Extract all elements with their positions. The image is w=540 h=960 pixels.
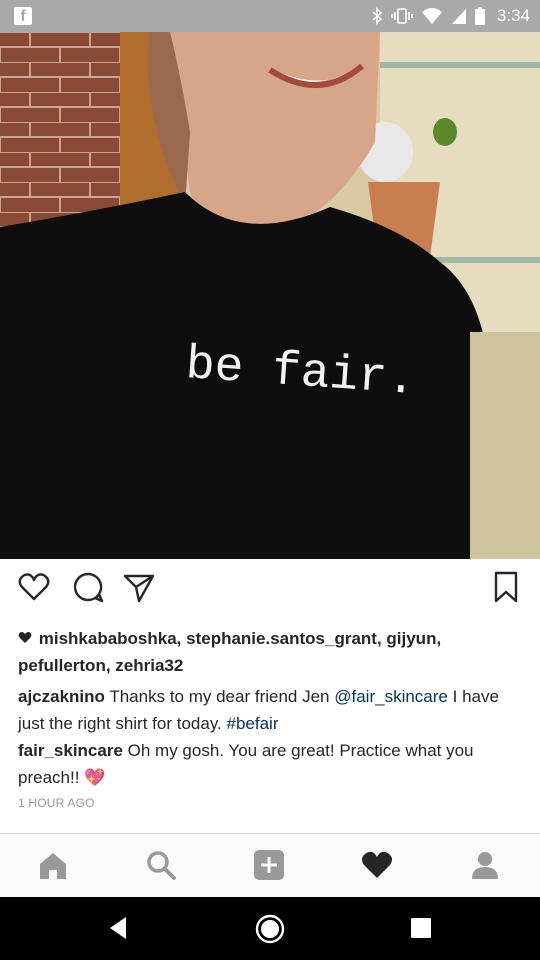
sparkling-heart-icon: 💖: [84, 768, 106, 787]
caption-text-before: Thanks to my dear friend Jen: [109, 687, 330, 706]
likes-text: mishkababoshka, stephanie.santos_grant, …: [18, 629, 442, 675]
home-circle-icon[interactable]: [254, 913, 286, 945]
battery-icon: [474, 7, 485, 25]
profile-icon[interactable]: [468, 848, 502, 882]
caption-username[interactable]: ajczaknino: [18, 687, 105, 706]
post-photo[interactable]: be fair.: [0, 32, 540, 559]
android-nav-bar: [0, 897, 540, 960]
comment-icon[interactable]: [71, 570, 105, 604]
bluetooth-icon: [372, 7, 383, 25]
bottom-nav: [0, 833, 540, 897]
add-icon[interactable]: [252, 848, 286, 882]
post-image: be fair.: [0, 32, 540, 559]
heart-small-icon: [18, 632, 32, 643]
vibrate-icon: [391, 8, 413, 24]
search-icon[interactable]: [144, 848, 178, 882]
comment: fair_skincare Oh my gosh. You are great!…: [18, 737, 528, 791]
signal-icon: [451, 9, 466, 24]
facebook-icon: f: [14, 7, 32, 25]
share-icon[interactable]: [122, 570, 156, 604]
caption-mention[interactable]: @fair_skincare: [334, 687, 448, 706]
likes-line[interactable]: mishkababoshka, stephanie.santos_grant, …: [18, 625, 528, 679]
activity-heart-icon[interactable]: [360, 848, 394, 882]
status-time: 3:34: [496, 6, 530, 25]
caption-hashtag[interactable]: #befair: [227, 714, 279, 733]
heart-icon[interactable]: [17, 570, 51, 604]
bookmark-icon[interactable]: [491, 570, 521, 604]
back-icon[interactable]: [106, 913, 130, 943]
wifi-icon: [421, 8, 442, 24]
caption: ajczaknino Thanks to my dear friend Jen …: [18, 683, 528, 737]
status-bar: f 3:34: [0, 0, 540, 32]
home-icon[interactable]: [36, 848, 70, 882]
recents-icon[interactable]: [409, 913, 433, 943]
post-action-bar: [0, 566, 540, 612]
comment-username[interactable]: fair_skincare: [18, 741, 123, 760]
status-icons: 3:34: [371, 0, 530, 32]
post-caption-area: mishkababoshka, stephanie.santos_grant, …: [18, 625, 528, 813]
post-timestamp: 1 HOUR AGO: [18, 796, 95, 810]
